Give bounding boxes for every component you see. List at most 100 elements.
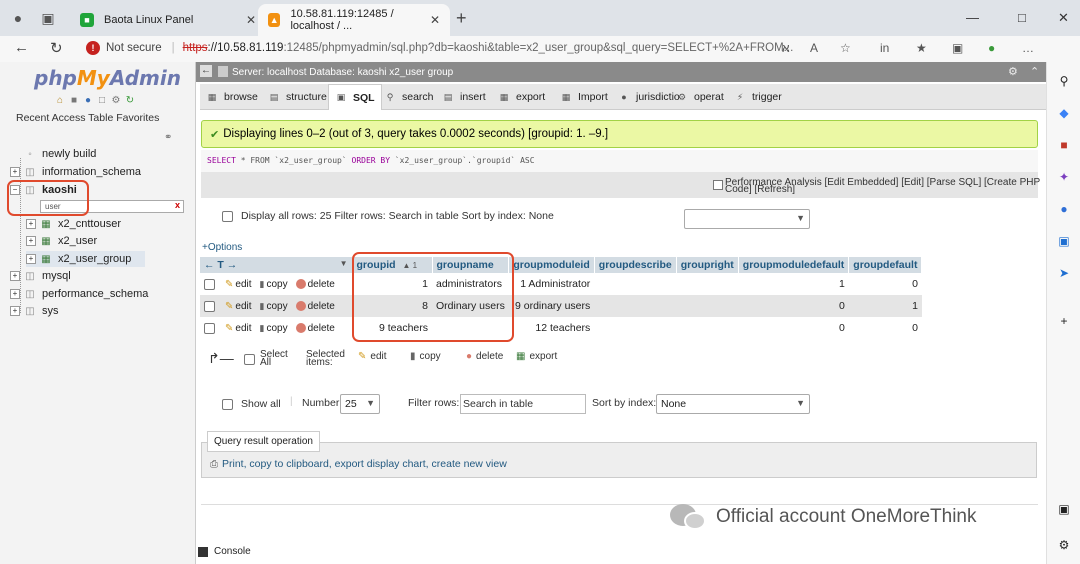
tab-jurisdiction[interactable]: ● jurisdictio — [618, 84, 679, 110]
expand-icon[interactable]: + — [26, 254, 36, 264]
cell-groupdefault[interactable]: 1 — [848, 295, 922, 317]
delete-link[interactable]: delete — [308, 323, 335, 334]
row-checkbox[interactable] — [204, 300, 215, 312]
sql-query-display[interactable]: SELECT * FROM `x2_user_group` ORDER BY `… — [201, 150, 1038, 174]
security-indicator[interactable]: ! Not secure — [86, 41, 162, 55]
copilot-icon[interactable]: ✦ — [1055, 168, 1073, 186]
close-icon[interactable]: ✕ — [430, 13, 440, 27]
header-groupmoduledefault[interactable]: groupmoduledefault — [738, 257, 850, 273]
tab-import[interactable]: ▦ Import — [560, 84, 608, 110]
favorite-star-icon[interactable]: ☆ — [840, 41, 851, 55]
tab-trigger[interactable]: ⚡ trigger — [734, 84, 782, 110]
tree-item-performance-schema[interactable]: + ◫ performance_schema — [10, 286, 148, 302]
cell-groupright[interactable] — [676, 317, 739, 339]
edit-link[interactable]: edit — [235, 301, 251, 312]
expand-icon[interactable]: + — [10, 167, 20, 177]
cell-groupdescribe[interactable] — [594, 295, 677, 317]
filter-rows-input[interactable]: Search in table — [460, 394, 586, 414]
cell-groupdefault[interactable]: 0 — [848, 317, 922, 339]
profiling-checkbox[interactable] — [713, 180, 723, 190]
window-close-icon[interactable]: ✕ — [1058, 10, 1069, 26]
tab-structure[interactable]: ▤ structure — [268, 84, 327, 110]
tab-sql[interactable]: ▣ SQL — [328, 84, 382, 110]
tab-baota[interactable]: ■ Baota Linux Panel ✕ — [70, 4, 266, 36]
expand-icon[interactable]: + — [10, 271, 20, 281]
query-links-2[interactable]: Code] [Refresh] — [725, 184, 795, 195]
settings-icon[interactable]: ⚙ — [110, 94, 122, 106]
row-checkbox[interactable] — [204, 322, 215, 334]
more-icon[interactable]: … — [1022, 41, 1034, 55]
tree-item-x2-user[interactable]: + ▦ x2_user — [26, 233, 97, 249]
bulk-edit-button[interactable]: ✎ edit — [358, 351, 387, 362]
search-icon[interactable]: ⚲ — [1055, 72, 1073, 90]
delete-link[interactable]: delete — [308, 279, 335, 290]
tab-phpmyadmin[interactable]: ▲ 10.58.81.119:12485 / localhost / ... ✕ — [258, 4, 450, 36]
logout-icon[interactable]: ■ — [68, 94, 80, 106]
briefcase-icon[interactable]: ■ — [1055, 136, 1073, 154]
cell-groupright[interactable] — [676, 295, 739, 317]
tab-insert[interactable]: ▤ insert — [442, 84, 486, 110]
refresh-icon[interactable]: ↻ — [124, 94, 136, 106]
copy-link[interactable]: copy — [266, 323, 287, 334]
print-copy-export-link[interactable]: ⎙ Print, copy to clipboard, export displ… — [210, 458, 507, 470]
recent-favorites-label[interactable]: Recent Access Table Favorites — [16, 112, 159, 124]
back-icon[interactable]: ← — [14, 39, 29, 56]
show-all-control[interactable]: Show all — [222, 398, 281, 410]
close-icon[interactable]: ✕ — [246, 13, 256, 27]
tab-actions-icon[interactable]: ▣ — [38, 8, 58, 28]
collapse-up-icon[interactable]: ⌃ — [1030, 65, 1039, 78]
edit-link[interactable]: edit — [235, 323, 251, 334]
breadcrumb-text[interactable]: Server: localhost Database: kaoshi x2_us… — [232, 67, 453, 78]
select-all-checkbox[interactable] — [244, 354, 255, 365]
cell-groupmoduledefault[interactable]: 0 — [738, 317, 849, 339]
edit-link[interactable]: edit — [235, 279, 251, 290]
sort-index-select[interactable]: ▼ — [684, 209, 810, 229]
cell-groupdefault[interactable]: 0 — [848, 273, 922, 295]
cell-groupdescribe[interactable] — [594, 317, 677, 339]
tree-item-mysql[interactable]: + ◫ mysql — [10, 268, 71, 284]
send-icon[interactable]: ➤ — [1055, 264, 1073, 282]
profile-label[interactable]: in — [880, 41, 889, 55]
show-all-checkbox[interactable] — [222, 210, 233, 222]
column-arrows[interactable]: ← T → — [204, 259, 237, 271]
settings-gear-icon[interactable]: ⚙ — [1008, 65, 1018, 78]
translate-icon[interactable]: א — [782, 41, 790, 55]
phpmyadmin-logo[interactable]: phpMyAdmin — [34, 66, 181, 90]
cell-groupmoduleid[interactable]: 1 Administrator — [508, 273, 595, 295]
select-all-label[interactable]: Select All — [260, 350, 288, 368]
profile-icon[interactable]: ● — [8, 8, 28, 28]
sort-index-dropdown[interactable]: None ▼ — [656, 394, 810, 414]
split-screen-icon[interactable]: ▣ — [1055, 500, 1073, 518]
header-groupdefault[interactable]: groupdefault — [848, 257, 923, 273]
tree-item-x2-cnttouser[interactable]: + ▦ x2_cnttouser — [26, 216, 121, 232]
collections-icon[interactable]: ▣ — [952, 41, 963, 55]
row-checkbox[interactable] — [204, 278, 215, 290]
tree-item-new[interactable]: ◦ newly build — [24, 146, 96, 162]
reload-icon[interactable]: ↻ — [50, 39, 63, 57]
copy-link[interactable]: copy — [266, 301, 287, 312]
tab-browse[interactable]: ▦ browse — [206, 84, 258, 110]
show-all-checkbox[interactable] — [222, 398, 233, 410]
header-groupmoduleid[interactable]: groupmoduleid — [508, 257, 595, 273]
sort-caret-icon[interactable]: ▼ — [340, 259, 348, 268]
outlook-icon[interactable]: ▣ — [1055, 232, 1073, 250]
settings-gear-icon[interactable]: ⚙ — [1055, 536, 1073, 554]
tree-item-information-schema[interactable]: + ◫ information_schema — [10, 164, 141, 180]
bulk-copy-button[interactable]: ▮ copy — [410, 351, 441, 362]
collapse-nav-icon[interactable]: ← — [200, 65, 212, 77]
bulk-delete-button[interactable]: ● delete — [466, 351, 503, 362]
url-input[interactable]: ! Not secure | https ://10.58.81.119 :12… — [86, 37, 866, 59]
minimize-icon[interactable]: — — [966, 10, 979, 25]
cell-groupright[interactable] — [676, 273, 739, 295]
header-groupdescribe[interactable]: groupdescribe — [594, 257, 677, 273]
tree-item-sys[interactable]: + ◫ sys — [10, 303, 59, 319]
tree-item-x2-user-group[interactable]: + ▦ x2_user_group — [26, 251, 146, 267]
cell-groupmoduledefault[interactable]: 0 — [738, 295, 849, 317]
cell-groupmoduleid[interactable]: 12 teachers — [508, 317, 595, 339]
home-icon[interactable]: ⌂ — [54, 94, 66, 106]
tag-icon[interactable]: ◆ — [1055, 104, 1073, 122]
favorites-icon[interactable]: ★ — [916, 41, 927, 55]
expand-icon[interactable]: + — [26, 236, 36, 246]
office-icon[interactable]: ● — [1055, 200, 1073, 218]
tab-search[interactable]: ⚲ search — [384, 84, 434, 110]
